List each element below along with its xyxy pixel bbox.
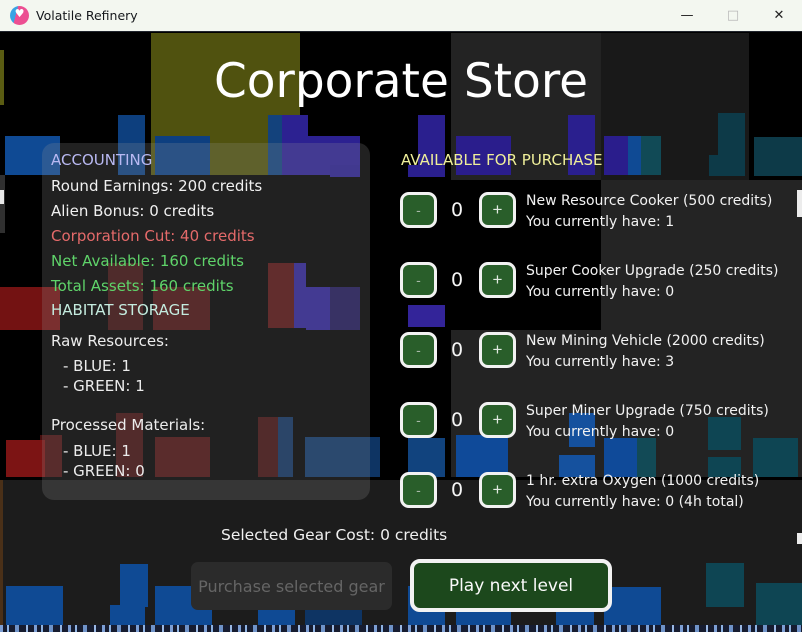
game-tile — [797, 533, 802, 544]
item-name: Super Cooker Upgrade (250 credits) — [526, 263, 779, 279]
game-tile — [6, 586, 63, 625]
decrement-button[interactable]: - — [400, 262, 437, 298]
purchase-row: - 0 + New Mining Vehicle (2000 credits) … — [0, 332, 802, 370]
page-title: Corporate Store — [213, 54, 589, 109]
decrement-button[interactable]: - — [400, 332, 437, 368]
game-tile — [709, 155, 745, 176]
item-name: 1 hr. extra Oxygen (1000 credits) — [526, 473, 760, 489]
clipped-hud-text — [0, 625, 802, 632]
decrement-button[interactable]: - — [400, 472, 437, 508]
purchase-row: - 0 + Super Miner Upgrade (750 credits) … — [0, 402, 802, 440]
increment-button[interactable]: + — [479, 472, 516, 508]
game-tile — [756, 583, 802, 625]
app-icon — [10, 6, 29, 25]
purchase-selected-gear-button[interactable]: Purchase selected gear — [191, 562, 392, 610]
purchase-row: - 0 + 1 hr. extra Oxygen (1000 credits) … — [0, 472, 802, 510]
game-tile — [718, 113, 745, 155]
game-tile — [604, 136, 628, 175]
game-tile — [604, 587, 661, 625]
game-tile — [706, 563, 744, 607]
decrement-button[interactable]: - — [400, 192, 437, 228]
item-owned: You currently have: 0 — [526, 424, 675, 440]
item-owned: You currently have: 1 — [526, 214, 675, 230]
decrement-button[interactable]: - — [400, 402, 437, 438]
game-tile — [120, 564, 148, 607]
quantity-value: 0 — [450, 479, 464, 501]
storage-header: HABITAT STORAGE — [51, 301, 190, 319]
item-name: Super Miner Upgrade (750 credits) — [526, 403, 769, 419]
selected-gear-cost: Selected Gear Cost: 0 credits — [221, 526, 448, 544]
game-tile — [456, 435, 508, 477]
purchase-row: - 0 + New Resource Cooker (500 credits) … — [0, 192, 802, 230]
maximize-button-icon[interactable]: □ — [710, 0, 756, 31]
game-tile — [110, 605, 145, 625]
game-window: Volatile Refinery — □ ✕ Corporate Store … — [0, 0, 802, 632]
item-owned: You currently have: 0 — [526, 284, 675, 300]
game-tile — [641, 136, 661, 175]
window-controls: — □ ✕ — [664, 0, 802, 31]
increment-button[interactable]: + — [479, 332, 516, 368]
item-label: New Mining Vehicle (2000 credits) You cu… — [526, 331, 765, 373]
item-label: Super Cooker Upgrade (250 credits) You c… — [526, 261, 779, 303]
quantity-value: 0 — [450, 339, 464, 361]
accounting-header: ACCOUNTING — [51, 151, 153, 169]
close-button-icon[interactable]: ✕ — [756, 0, 802, 31]
item-owned: You currently have: 0 (4h total) — [526, 494, 744, 510]
title-bar: Volatile Refinery — □ ✕ — [0, 0, 802, 32]
game-tile — [754, 137, 802, 176]
game-tile — [408, 305, 445, 327]
item-name: New Resource Cooker (500 credits) — [526, 193, 773, 209]
window-title: Volatile Refinery — [36, 8, 138, 23]
minimize-button-icon[interactable]: — — [664, 0, 710, 31]
increment-button[interactable]: + — [479, 262, 516, 298]
quantity-value: 0 — [450, 409, 464, 431]
item-name: New Mining Vehicle (2000 credits) — [526, 333, 765, 349]
quantity-value: 0 — [450, 269, 464, 291]
item-label: Super Miner Upgrade (750 credits) You cu… — [526, 401, 769, 443]
item-owned: You currently have: 3 — [526, 354, 675, 370]
play-next-level-button[interactable]: Play next level — [410, 559, 612, 612]
quantity-value: 0 — [450, 199, 464, 221]
item-label: 1 hr. extra Oxygen (1000 credits) You cu… — [526, 471, 759, 513]
processed-material-item: - BLUE: 1 — [63, 442, 131, 460]
raw-resource-item: - GREEN: 1 — [63, 377, 145, 395]
increment-button[interactable]: + — [479, 192, 516, 228]
purchase-row: - 0 + Super Cooker Upgrade (250 credits)… — [0, 262, 802, 300]
increment-button[interactable]: + — [479, 402, 516, 438]
game-tile — [628, 136, 641, 175]
item-label: New Resource Cooker (500 credits) You cu… — [526, 191, 772, 233]
purchase-header: AVAILABLE FOR PURCHASE — [401, 151, 603, 169]
